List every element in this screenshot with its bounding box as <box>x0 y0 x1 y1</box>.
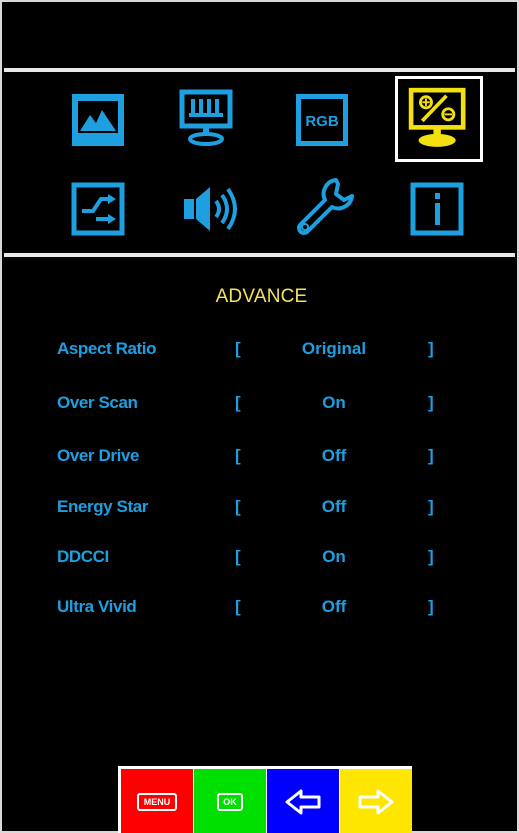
row-value[interactable]: On <box>282 547 386 567</box>
menu-row-over-scan[interactable]: Over Scan [ On ] <box>2 393 519 417</box>
bracket-close: ] <box>428 339 434 358</box>
bracket-open: [ <box>235 339 241 358</box>
osd-header <box>4 4 515 68</box>
menu-button-label: MENU <box>137 793 177 811</box>
bracket-close: ] <box>428 597 434 616</box>
wrench-icon[interactable] <box>290 172 360 242</box>
row-value[interactable]: Off <box>282 446 386 466</box>
bracket-close: ] <box>428 446 434 465</box>
row-label: Energy Star <box>57 497 149 516</box>
row-value[interactable]: On <box>282 393 386 413</box>
row-label: Ultra Vivid <box>57 597 137 616</box>
menu-row-ultra-vivid[interactable]: Ultra Vivid [ Off ] <box>2 597 519 621</box>
info-icon[interactable] <box>405 177 469 241</box>
menu-divider <box>4 253 515 257</box>
menu-title: ADVANCE <box>215 286 308 307</box>
menu-row-energy-star[interactable]: Energy Star [ Off ] <box>2 497 519 521</box>
speaker-icon[interactable] <box>178 177 242 241</box>
picture-icon[interactable] <box>66 88 130 152</box>
rgb-icon-label: RGB <box>305 113 339 130</box>
bracket-close: ] <box>428 393 434 412</box>
arrow-left-icon <box>285 789 321 815</box>
bracket-close: ] <box>428 547 434 566</box>
osd-window: RGB ADVANCE Aspect Ratio [Original] Ov… <box>0 0 519 833</box>
row-label: Aspect Ratio <box>57 339 157 358</box>
right-button[interactable] <box>340 769 412 833</box>
ok-button[interactable]: OK <box>194 769 266 833</box>
bracket-close: ] <box>428 497 434 516</box>
bracket-open: [ <box>235 393 241 412</box>
row-label: Over Scan <box>57 393 138 412</box>
top-divider <box>4 68 515 72</box>
row-value[interactable]: Off <box>282 597 386 617</box>
row-label: DDCCI <box>57 547 109 566</box>
advance-icon[interactable] <box>395 76 483 162</box>
row-label: Over Drive <box>57 446 139 465</box>
bracket-open: [ <box>235 497 241 516</box>
left-button[interactable] <box>267 769 339 833</box>
bracket-open: [ <box>235 446 241 465</box>
bracket-open: [ <box>235 597 241 616</box>
ok-button-label: OK <box>217 793 243 811</box>
input-switch-icon[interactable] <box>66 177 130 241</box>
bracket-open: [ <box>235 547 241 566</box>
rgb-icon[interactable]: RGB <box>290 88 354 152</box>
display-icon[interactable] <box>174 86 238 150</box>
button-bar: MENU OK <box>118 766 412 833</box>
row-value[interactable]: Original <box>282 339 386 359</box>
menu-row-ddcci[interactable]: DDCCI [ On ] <box>2 547 519 571</box>
menu-button[interactable]: MENU <box>121 769 193 833</box>
menu-row-over-drive[interactable]: Over Drive [ Off ] <box>2 446 519 470</box>
row-value[interactable]: Off <box>282 497 386 517</box>
menu-row-aspect-ratio[interactable]: Aspect Ratio [ Original ] <box>2 339 519 363</box>
arrow-right-icon <box>358 789 394 815</box>
